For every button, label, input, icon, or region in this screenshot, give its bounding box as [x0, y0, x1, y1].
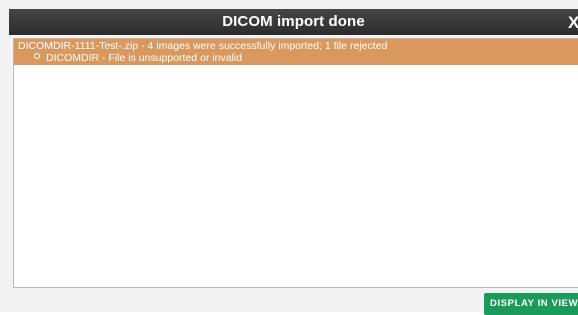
bullet-icon	[34, 53, 40, 59]
rejected-file-item: DICOMDIR - File is unsupported or invali…	[14, 52, 578, 64]
import-dialog: DICOM import done X DICOMDIR-1111-Test-.…	[0, 0, 578, 315]
dialog-titlebar: DICOM import done X	[9, 9, 578, 35]
rejected-file-text: DICOMDIR - File is unsupported or invali…	[46, 52, 243, 64]
close-icon[interactable]: X	[568, 9, 578, 35]
import-result-item[interactable]: DICOMDIR-1111-Test-.zip - 4 images were …	[14, 39, 578, 65]
import-results-panel: DICOMDIR-1111-Test-.zip - 4 images were …	[13, 38, 578, 288]
dialog-title: DICOM import done	[222, 13, 365, 30]
import-result-summary: DICOMDIR-1111-Test-.zip - 4 images were …	[18, 40, 388, 52]
